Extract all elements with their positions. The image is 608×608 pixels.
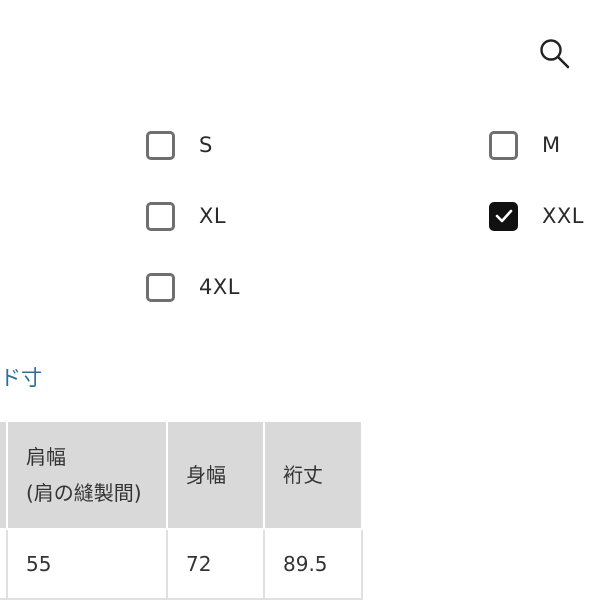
table-row: 55 72 89.5	[0, 529, 363, 600]
checkbox[interactable]	[146, 201, 175, 231]
size-label: XL	[199, 204, 227, 228]
header-label: 身幅	[186, 463, 226, 487]
table-header-row: 肩幅 (肩の縫製間) 身幅 裄丈	[0, 420, 363, 530]
size-label: S	[199, 133, 213, 157]
header-label: 肩幅	[26, 445, 66, 469]
size-option-xxl[interactable]: XXL	[489, 198, 584, 234]
size-option-4xl[interactable]: 4XL	[146, 269, 240, 305]
size-guide-link[interactable]: ド寸	[0, 362, 42, 392]
table-header-stub	[0, 420, 8, 530]
search-icon[interactable]	[537, 36, 571, 70]
table-cell: 55	[7, 529, 168, 600]
checkbox[interactable]	[489, 130, 518, 160]
header-label: 裄丈	[283, 463, 323, 487]
table-cell: 89.5	[264, 529, 363, 600]
size-table: 肩幅 (肩の縫製間) 身幅 裄丈 55 72 89.5	[0, 420, 363, 600]
table-header-shoulder: 肩幅 (肩の縫製間)	[6, 420, 168, 530]
size-label: XXL	[542, 204, 584, 228]
size-option-s[interactable]: S	[146, 127, 213, 163]
size-label: M	[542, 133, 561, 157]
size-label: 4XL	[199, 275, 240, 299]
size-option-m[interactable]: M	[489, 127, 561, 163]
table-header-chest: 身幅	[166, 420, 265, 530]
checkbox[interactable]	[146, 130, 175, 160]
checkbox[interactable]	[146, 272, 175, 302]
checkbox-checked[interactable]	[489, 201, 518, 231]
table-cell-stub	[0, 529, 8, 600]
checkmark-icon	[495, 209, 512, 223]
table-cell: 72	[167, 529, 265, 600]
size-option-xl[interactable]: XL	[146, 198, 226, 234]
size-filter-page: S M XL XXL 4XL ド寸 肩幅 (肩の縫製間) 身幅 裄丈 55 72…	[0, 0, 608, 608]
table-header-sleeve: 裄丈	[263, 420, 363, 530]
header-sublabel: (肩の縫製間)	[26, 481, 142, 505]
